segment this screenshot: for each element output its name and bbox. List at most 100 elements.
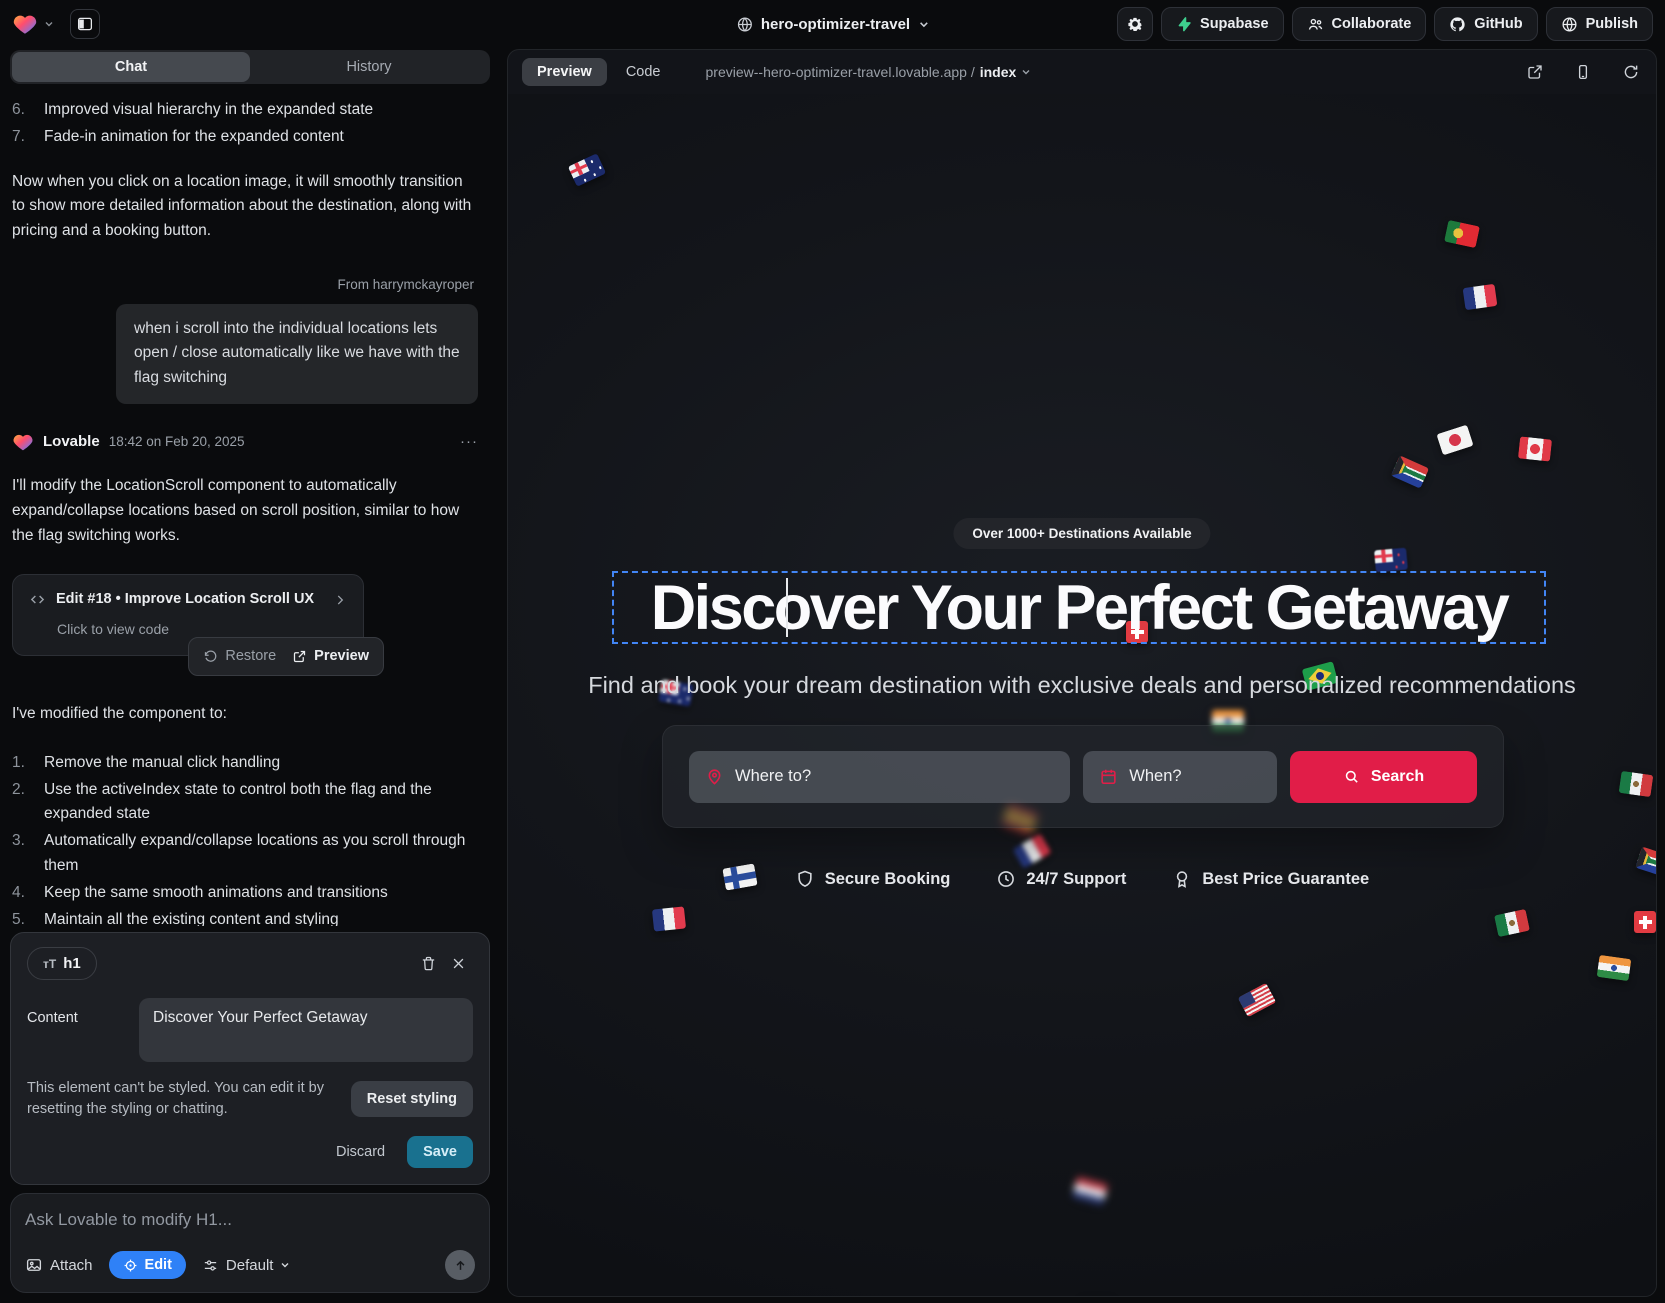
preview-panel: Preview Code preview--hero-optimizer-tra…	[507, 49, 1657, 1297]
url-text: preview--hero-optimizer-travel.lovable.a…	[706, 64, 975, 80]
clock-icon	[996, 869, 1016, 889]
preview-viewport[interactable]: Over 1000+ Destinations Available Discov…	[508, 94, 1656, 1296]
hero-heading[interactable]: Discover Your Perfect Getaway	[651, 572, 1508, 644]
list-item: 4.Keep the same smooth animations and tr…	[12, 881, 478, 906]
logo-chevron-down-icon[interactable]	[44, 19, 54, 29]
lovable-logo-icon[interactable]	[12, 11, 38, 37]
preview-button[interactable]: Preview	[292, 645, 369, 668]
reset-styling-button[interactable]: Reset styling	[351, 1081, 473, 1117]
search-icon	[1343, 768, 1360, 785]
collaborate-button[interactable]: Collaborate	[1292, 7, 1427, 41]
preview-header: Preview Code preview--hero-optimizer-tra…	[508, 50, 1656, 94]
gear-icon	[1126, 15, 1144, 33]
github-icon	[1449, 16, 1466, 33]
flag-us-icon	[1238, 983, 1277, 1017]
calendar-icon	[1099, 767, 1118, 786]
chat-scroll-area[interactable]: 6.Improved visual hierarchy in the expan…	[0, 84, 500, 926]
save-button[interactable]: Save	[407, 1136, 473, 1168]
flag-mx-icon	[1494, 909, 1530, 937]
text-style-icon: тT	[43, 957, 56, 971]
user-message-bubble: when i scroll into the individual locati…	[116, 304, 478, 404]
flag-fr-icon	[1463, 284, 1498, 310]
flag-ch-icon	[1634, 911, 1656, 933]
edit-card-title: Edit #18 • Improve Location Scroll UX	[56, 588, 314, 611]
tab-history[interactable]: History	[250, 52, 488, 82]
external-link-icon	[1526, 63, 1544, 81]
assistant-outro: I've modified the component to:	[12, 702, 478, 727]
assistant-prev-steps: 6.Improved visual hierarchy in the expan…	[12, 98, 478, 150]
edit-mode-button[interactable]: Edit	[109, 1251, 186, 1279]
element-tag-label: h1	[63, 955, 81, 972]
github-button[interactable]: GitHub	[1434, 7, 1537, 41]
supabase-button[interactable]: Supabase	[1161, 7, 1284, 41]
flag-jp-icon	[1436, 425, 1473, 456]
discard-button[interactable]: Discard	[336, 1144, 385, 1160]
content-label: Content	[27, 998, 123, 1062]
attach-image-icon	[25, 1256, 43, 1274]
flag-fr-icon	[652, 906, 686, 931]
when-placeholder: When?	[1129, 767, 1181, 786]
mobile-view-button[interactable]	[1572, 61, 1594, 83]
hero-subheading: Find and book your dream destination wit…	[508, 672, 1656, 699]
settings-button[interactable]	[1117, 7, 1153, 41]
smartphone-icon	[1574, 63, 1592, 81]
mode-selector[interactable]: Default	[202, 1257, 291, 1274]
where-to-input[interactable]: Where to?	[689, 751, 1070, 803]
list-item: 3.Automatically expand/collapse location…	[12, 829, 478, 879]
tab-preview[interactable]: Preview	[522, 58, 607, 86]
element-editor-panel: тT h1 Content Discover Your Perfect Geta…	[10, 932, 490, 1185]
destinations-badge: Over 1000+ Destinations Available	[953, 518, 1210, 549]
collaborate-label: Collaborate	[1332, 16, 1412, 32]
flag-nz-icon	[1374, 548, 1408, 573]
delete-element-button[interactable]	[413, 948, 443, 978]
restore-button[interactable]: Restore	[203, 645, 276, 668]
flag-au-icon	[568, 153, 606, 186]
attach-button[interactable]: Attach	[25, 1256, 93, 1274]
close-panel-button[interactable]	[443, 948, 473, 978]
sidebar-tabs: Chat History	[10, 50, 490, 84]
list-item: 2.Use the activeIndex state to control b…	[12, 778, 478, 828]
url-page: index	[980, 64, 1017, 80]
assistant-message-header: Lovable 18:42 on Feb 20, 2025 ···	[12, 430, 478, 454]
open-preview-icon	[292, 649, 307, 664]
chat-composer: Attach Edit Default	[10, 1193, 490, 1293]
sidebar-toggle-button[interactable]	[70, 9, 100, 39]
restore-icon	[203, 649, 218, 664]
refresh-icon	[1622, 63, 1640, 81]
message-menu-button[interactable]: ···	[460, 430, 478, 454]
send-button[interactable]	[445, 1250, 475, 1280]
list-item: 5.Maintain all the existing content and …	[12, 908, 478, 926]
when-input[interactable]: When?	[1083, 751, 1277, 803]
assistant-paragraph: Now when you click on a location image, …	[12, 170, 478, 244]
tab-code[interactable]: Code	[611, 58, 676, 86]
chat-input[interactable]	[25, 1210, 475, 1230]
trash-icon	[420, 955, 437, 972]
people-icon	[1307, 16, 1324, 33]
feature-price-guarantee: Best Price Guarantee	[1172, 869, 1369, 889]
element-tag-pill[interactable]: тT h1	[27, 947, 97, 980]
heading-selection-box[interactable]: Discover Your Perfect Getaway	[612, 571, 1546, 644]
project-switcher[interactable]: hero-optimizer-travel	[736, 0, 929, 48]
refresh-button[interactable]	[1620, 61, 1642, 83]
assistant-steps: 1.Remove the manual click handling 2.Use…	[12, 751, 478, 926]
location-pin-icon	[705, 767, 724, 786]
flag-nl-icon	[1072, 1176, 1109, 1206]
sidebar: Chat History 6.Improved visual hierarchy…	[0, 48, 500, 1303]
user-from-label: From harrymckayroper	[12, 274, 478, 296]
chevron-right-icon	[333, 593, 347, 607]
preview-url[interactable]: preview--hero-optimizer-travel.lovable.a…	[706, 64, 1032, 80]
project-chevron-down-icon	[918, 19, 929, 30]
content-textarea[interactable]: Discover Your Perfect Getaway	[139, 998, 473, 1062]
feature-row: Secure Booking 24/7 Support Best Price G…	[508, 869, 1656, 889]
search-button[interactable]: Search	[1290, 751, 1477, 803]
supabase-icon	[1176, 16, 1192, 32]
panel-left-icon	[76, 15, 94, 33]
tab-chat[interactable]: Chat	[12, 52, 250, 82]
open-in-new-tab-button[interactable]	[1524, 61, 1546, 83]
close-icon	[451, 956, 466, 971]
feature-support: 24/7 Support	[996, 869, 1126, 889]
flag-in-icon	[1597, 955, 1632, 981]
publish-label: Publish	[1586, 16, 1638, 32]
restore-preview-chip: Restore Preview	[188, 637, 384, 676]
publish-button[interactable]: Publish	[1546, 7, 1653, 41]
